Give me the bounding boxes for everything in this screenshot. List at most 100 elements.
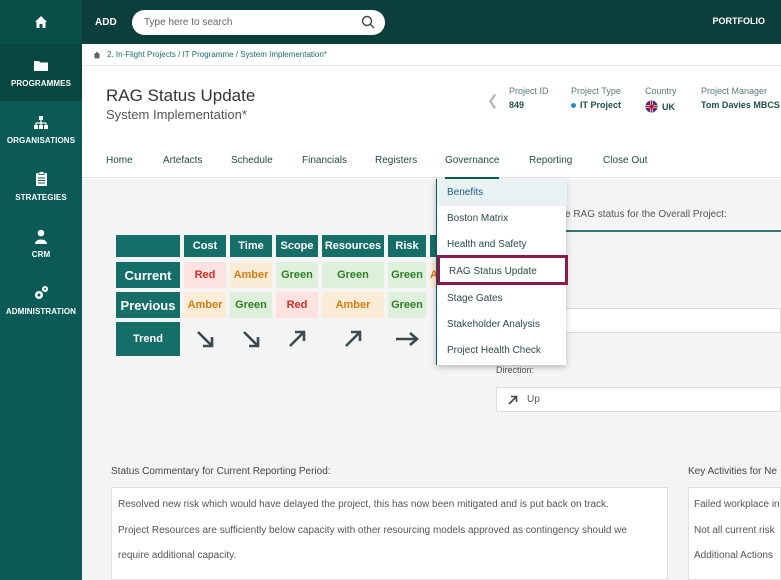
sidebar-item-crm[interactable]: CRM	[0, 215, 82, 272]
clipboard-icon	[33, 171, 49, 187]
sidebar: PROGRAMMES ORGANISATIONS STRATEGIES CRM …	[0, 0, 82, 580]
gears-icon	[33, 285, 49, 301]
home-icon[interactable]	[93, 51, 101, 59]
arrow-up-right-icon	[508, 395, 518, 405]
direction-label: Direction:	[496, 365, 535, 375]
tab-governance[interactable]: Governance	[445, 155, 500, 179]
rag-current-time: Amber	[230, 262, 272, 288]
rag-current-scope: Green	[276, 262, 318, 288]
status-dot-icon	[571, 102, 576, 108]
rag-previous-resources: Amber	[322, 292, 384, 318]
trend-up-right-icon	[322, 322, 384, 356]
key-activities-label: Key Activities for Ne	[688, 466, 777, 477]
governance-dropdown-menu: Benefits Boston Matrix Health and Safety…	[436, 179, 568, 365]
rag-row-previous-label: Previous	[116, 292, 180, 318]
menu-item-health-and-safety[interactable]: Health and Safety	[447, 239, 527, 250]
direction-value: Up	[527, 394, 540, 405]
overall-status-field[interactable]	[565, 308, 781, 333]
sidebar-item-label: ORGANISATIONS	[6, 136, 76, 145]
search-icon[interactable]	[361, 15, 375, 34]
trend-down-right-icon	[230, 322, 272, 356]
page-title: RAG Status Update	[106, 86, 256, 105]
chevron-left-icon[interactable]: ❮	[487, 92, 499, 109]
meta-value: 849	[509, 100, 525, 110]
add-button[interactable]: ADD	[95, 17, 117, 28]
rag-row-trend-label: Trend	[116, 322, 180, 356]
sidebar-item-programmes[interactable]: PROGRAMMES	[0, 44, 82, 101]
tab-close-out[interactable]: Close Out	[603, 155, 647, 166]
rag-corner-cell	[116, 235, 180, 257]
tab-reporting[interactable]: Reporting	[529, 155, 572, 166]
sidebar-item-label: CRM	[31, 250, 51, 259]
direction-field[interactable]: Up	[496, 387, 781, 412]
search-box[interactable]	[132, 10, 385, 35]
meta-label: Country	[645, 86, 677, 96]
rag-previous-scope: Red	[276, 292, 318, 318]
breadcrumb: 2. In-Flight Projects / IT Programme / S…	[93, 50, 327, 59]
tab-financials[interactable]: Financials	[302, 155, 347, 166]
menu-item-benefits[interactable]: Benefits	[447, 187, 483, 198]
trend-right-icon	[388, 322, 426, 356]
rag-previous-risk: Green	[388, 292, 426, 318]
panel-divider	[565, 230, 781, 232]
sidebar-item-label: PROGRAMMES	[10, 79, 72, 88]
commentary-line: Project Resources are sufficiently below…	[118, 525, 627, 536]
app-root: PROGRAMMES ORGANISATIONS STRATEGIES CRM …	[0, 0, 781, 580]
meta-project-type: Project Type IT Project	[571, 86, 621, 110]
top-bar: ADD PORTFOLIO	[82, 0, 781, 44]
sidebar-item-administration[interactable]: ADMINISTRATION	[0, 272, 82, 329]
commentary-line: Resolved new risk which would have delay…	[118, 499, 609, 510]
breadcrumb-divider	[82, 65, 781, 66]
page-subtitle: System Implementation*	[106, 107, 247, 122]
home-button[interactable]	[0, 0, 82, 44]
menu-item-stakeholder-analysis[interactable]: Stakeholder Analysis	[447, 319, 540, 330]
menu-item-stage-gates[interactable]: Stage Gates	[447, 293, 503, 304]
rag-col-resources: Resources	[322, 235, 384, 257]
search-input[interactable]	[144, 17, 354, 28]
rag-previous-time: Green	[230, 292, 272, 318]
activity-line: Failed workplace in	[694, 499, 780, 510]
person-icon	[33, 228, 49, 244]
highlight-box	[437, 255, 568, 285]
portfolio-link[interactable]: PORTFOLIO	[713, 16, 766, 26]
tab-bar: Home Artefacts Schedule Financials Regis…	[82, 148, 781, 179]
sidebar-item-strategies[interactable]: STRATEGIES	[0, 158, 82, 215]
rag-col-risk: Risk	[388, 235, 426, 257]
folder-icon	[33, 57, 49, 73]
uk-flag-icon	[645, 100, 658, 113]
rag-current-cost: Red	[184, 262, 226, 288]
rag-current-risk: Green	[388, 262, 426, 288]
menu-item-project-health-check[interactable]: Project Health Check	[447, 345, 541, 356]
home-icon	[35, 16, 47, 28]
sidebar-item-organisations[interactable]: ORGANISATIONS	[0, 101, 82, 158]
commentary-line: require additional capacity.	[118, 550, 237, 561]
tab-schedule[interactable]: Schedule	[231, 155, 273, 166]
meta-value: UK	[645, 100, 677, 113]
meta-label: Project ID	[509, 86, 549, 96]
activity-line: Not all current risk	[694, 525, 775, 536]
sidebar-item-label: STRATEGIES	[15, 193, 67, 202]
rag-col-scope: Scope	[276, 235, 318, 257]
meta-label: Project Manager	[701, 86, 768, 96]
tab-registers[interactable]: Registers	[375, 155, 417, 166]
overall-status-label: e RAG status for the Overall Project:	[565, 209, 727, 220]
commentary-label: Status Commentary for Current Reporting …	[111, 466, 331, 477]
sidebar-item-label: ADMINISTRATION	[5, 307, 77, 316]
key-activities-textarea[interactable]: Failed workplace in Not all current risk…	[688, 487, 781, 580]
meta-value: IT Project	[571, 100, 621, 110]
trend-up-right-icon	[276, 322, 318, 356]
org-chart-icon	[33, 114, 49, 130]
menu-item-boston-matrix[interactable]: Boston Matrix	[447, 213, 508, 224]
rag-current-resources: Green	[322, 262, 384, 288]
meta-country: Country UK	[645, 86, 677, 113]
meta-project-manager: Project Manager Tom Davies MBCS	[701, 86, 781, 110]
trend-down-right-icon	[184, 322, 226, 356]
tab-artefacts[interactable]: Artefacts	[163, 155, 202, 166]
meta-project-id: Project ID 849	[509, 86, 549, 110]
breadcrumb-path[interactable]: 2. In-Flight Projects / IT Programme / S…	[107, 50, 327, 59]
rag-col-cost: Cost	[184, 235, 226, 257]
commentary-textarea[interactable]: Resolved new risk which would have delay…	[111, 487, 668, 580]
activity-line: Additional Actions	[694, 550, 773, 561]
rag-previous-cost: Amber	[184, 292, 226, 318]
tab-home[interactable]: Home	[106, 155, 133, 166]
